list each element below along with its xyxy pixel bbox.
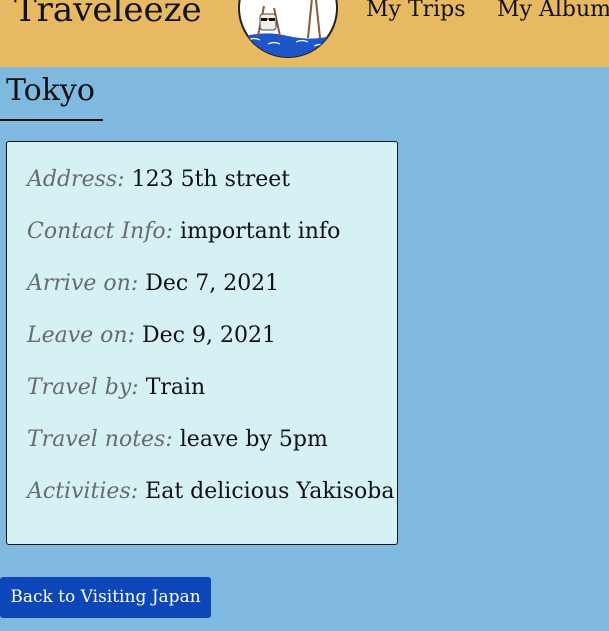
detail-label: Travel notes: [27,427,173,452]
detail-value: important info [180,219,341,244]
detail-label: Activities: [27,479,139,504]
top-navbar: Traveleeze My Trips My Albums [0,0,609,67]
back-to-trip-button[interactable]: Back to Visiting Japan [0,577,211,618]
detail-row-arrive: Arrive on: Dec 7, 2021 [27,270,279,298]
detail-row-travel-by: Travel by: Train [27,374,205,402]
beach-chair-logo-icon[interactable] [238,0,338,58]
detail-row-travel-notes: Travel notes: leave by 5pm [27,426,328,454]
detail-row-address: Address: 123 5th street [27,166,290,194]
page-title: Tokyo [6,73,95,108]
detail-value: Eat delicious Yakisoba [145,479,395,504]
detail-row-leave: Leave on: Dec 9, 2021 [27,322,276,350]
detail-value: 123 5th street [131,167,291,192]
detail-value: Dec 7, 2021 [145,271,280,296]
trip-details-card: Address: 123 5th street Contact Info: im… [6,141,398,545]
detail-value: leave by 5pm [179,427,328,452]
nav-my-albums[interactable]: My Albums [497,0,609,24]
detail-row-contact: Contact Info: important info [27,218,340,246]
detail-row-activities: Activities: Eat delicious Yakisoba [27,478,394,506]
brand-name[interactable]: Traveleeze [14,0,202,32]
detail-value: Dec 9, 2021 [142,323,276,348]
detail-value: Train [145,375,206,400]
detail-label: Contact Info: [27,219,174,244]
detail-label: Travel by: [27,375,139,400]
detail-label: Arrive on: [27,271,139,296]
title-underline [0,119,103,121]
detail-label: Address: [27,167,125,192]
detail-label: Leave on: [27,323,136,348]
nav-my-trips[interactable]: My Trips [366,0,466,24]
